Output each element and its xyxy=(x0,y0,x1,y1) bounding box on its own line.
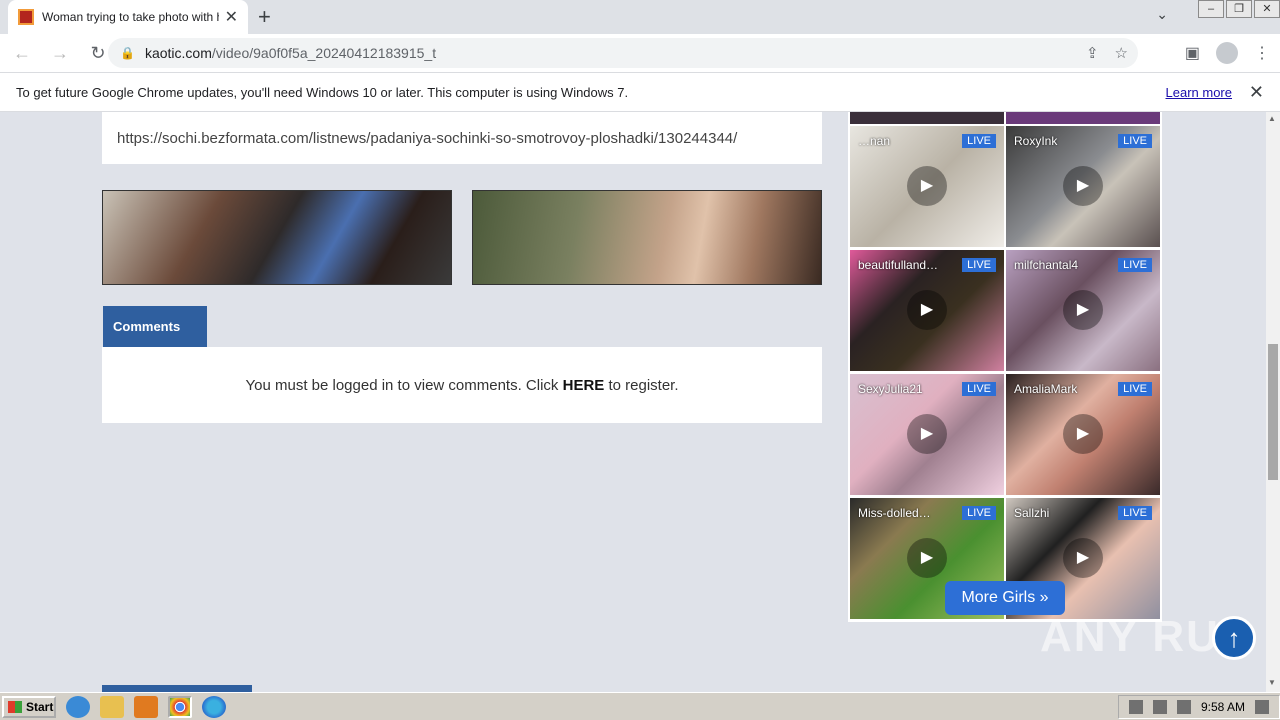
close-tab-icon[interactable]: ✕ xyxy=(225,7,238,27)
related-video-thumb-1[interactable] xyxy=(102,190,452,285)
url-host: kaotic.com xyxy=(144,45,212,61)
page-content: https://sochi.bezformata.com/listnews/pa… xyxy=(0,112,1266,692)
comments-msg-before: You must be logged in to view comments. … xyxy=(245,377,563,394)
cam-name: milfchantal4 xyxy=(1014,258,1079,272)
forward-icon[interactable]: → xyxy=(44,43,76,64)
close-infobar-icon[interactable]: ✕ xyxy=(1249,82,1264,103)
cam-name: Miss-dolled… xyxy=(858,506,931,520)
learn-more-link[interactable]: Learn more xyxy=(1166,85,1232,100)
play-icon[interactable]: ▶ xyxy=(907,166,947,206)
cam-tile[interactable]: SexyJulia21 LIVE ▶ xyxy=(850,374,1004,495)
live-badge: LIVE xyxy=(962,382,996,396)
cam-tile-partial[interactable] xyxy=(1006,112,1160,124)
clock[interactable]: 9:58 AM xyxy=(1201,700,1245,714)
live-badge: LIVE xyxy=(1118,382,1152,396)
lock-icon[interactable]: 🔒 xyxy=(120,46,135,60)
menu-dots-icon[interactable]: ⋮ xyxy=(1254,43,1270,63)
side-panel-icon[interactable]: ▣ xyxy=(1185,43,1200,63)
file-explorer-icon[interactable] xyxy=(100,695,124,718)
page-scrollbar[interactable]: ▲ ▼ xyxy=(1266,112,1280,692)
more-girls-button[interactable]: More Girls » xyxy=(945,581,1065,615)
next-section-tab[interactable] xyxy=(102,685,252,692)
register-link[interactable]: HERE xyxy=(563,377,605,394)
share-icon[interactable]: ⇪ xyxy=(1086,44,1099,62)
cam-name: SexyJulia21 xyxy=(858,382,923,396)
maximize-icon[interactable]: ❐ xyxy=(1226,0,1252,18)
browser-toolbar: ← → ↻ 🔒 kaotic.com /video/9a0f0f5a_20240… xyxy=(0,34,1280,72)
start-label: Start xyxy=(26,699,54,714)
comments-box: You must be logged in to view comments. … xyxy=(102,347,822,423)
play-icon[interactable]: ▶ xyxy=(1063,414,1103,454)
minimize-icon[interactable]: – xyxy=(1198,0,1224,18)
cam-tile[interactable]: …nan LIVE ▶ xyxy=(850,126,1004,247)
related-video-thumb-2[interactable] xyxy=(472,190,822,285)
tab-strip: Woman trying to take photo with he ✕ + ⌄… xyxy=(0,0,1280,34)
scroll-to-top-button[interactable]: ↑ xyxy=(1212,616,1256,660)
scrollbar-thumb[interactable] xyxy=(1268,344,1278,480)
comments-tab[interactable]: Comments xyxy=(103,306,207,347)
play-icon[interactable]: ▶ xyxy=(907,538,947,578)
address-bar[interactable]: 🔒 kaotic.com /video/9a0f0f5a_20240412183… xyxy=(108,38,1138,68)
scroll-up-arrow-icon[interactable]: ▲ xyxy=(1268,114,1276,123)
windows-logo-icon xyxy=(8,700,22,713)
start-button[interactable]: Start xyxy=(2,695,56,718)
tab-search-icon[interactable]: ⌄ xyxy=(1156,6,1168,23)
play-icon[interactable]: ▶ xyxy=(907,414,947,454)
live-badge: LIVE xyxy=(1118,506,1152,520)
comments-msg-after: to register. xyxy=(604,377,679,394)
update-infobar: To get future Google Chrome updates, you… xyxy=(0,72,1280,112)
live-badge: LIVE xyxy=(962,506,996,520)
chrome-taskbar-icon[interactable] xyxy=(168,695,192,718)
browser-tab[interactable]: Woman trying to take photo with he ✕ xyxy=(8,0,248,34)
cam-grid: …nan LIVE ▶ RoxyInk LIVE ▶ beautifulland… xyxy=(848,112,1162,622)
live-badge: LIVE xyxy=(1118,134,1152,148)
live-badge: LIVE xyxy=(1118,258,1152,272)
internet-explorer-icon[interactable] xyxy=(66,695,90,718)
back-icon[interactable]: ← xyxy=(6,43,38,64)
cam-tile[interactable]: milfchantal4 LIVE ▶ xyxy=(1006,250,1160,371)
tab-title: Woman trying to take photo with he xyxy=(42,10,219,24)
play-icon[interactable]: ▶ xyxy=(907,290,947,330)
cam-name: AmaliaMark xyxy=(1014,382,1078,396)
bookmark-star-icon[interactable]: ☆ xyxy=(1115,44,1128,62)
close-window-icon[interactable]: ✕ xyxy=(1254,0,1280,18)
live-badge: LIVE xyxy=(962,134,996,148)
media-player-icon[interactable] xyxy=(134,695,158,718)
scroll-down-arrow-icon[interactable]: ▼ xyxy=(1268,678,1276,687)
play-icon[interactable]: ▶ xyxy=(1063,538,1103,578)
url-path: /video/9a0f0f5a_20240412183915_t xyxy=(211,45,437,61)
infobar-message: To get future Google Chrome updates, you… xyxy=(16,84,629,100)
new-tab-button[interactable]: + xyxy=(258,4,271,30)
window-controls: – ❐ ✕ xyxy=(1196,0,1280,20)
cam-tile[interactable]: beautifulland… LIVE ▶ xyxy=(850,250,1004,371)
edge-icon[interactable] xyxy=(202,695,226,718)
windows-taskbar: Start 9:58 AM xyxy=(0,692,1280,720)
play-icon[interactable]: ▶ xyxy=(1063,166,1103,206)
action-center-flag-icon[interactable] xyxy=(1176,700,1191,714)
source-link[interactable]: https://sochi.bezformata.com/listnews/pa… xyxy=(102,112,822,164)
cam-name: …nan xyxy=(858,134,891,148)
profile-avatar-icon[interactable] xyxy=(1216,42,1238,64)
site-favicon-icon xyxy=(18,9,34,25)
cam-name: RoxyInk xyxy=(1014,134,1058,148)
live-badge: LIVE xyxy=(962,258,996,272)
play-icon[interactable]: ▶ xyxy=(1063,290,1103,330)
system-tray: 9:58 AM xyxy=(1117,695,1280,719)
cam-tile-partial[interactable] xyxy=(850,112,1004,124)
cam-tile[interactable]: AmaliaMark LIVE ▶ xyxy=(1006,374,1160,495)
cam-name: Sallzhi xyxy=(1014,506,1050,520)
cam-tile[interactable]: RoxyInk LIVE ▶ xyxy=(1006,126,1160,247)
network-icon[interactable] xyxy=(1152,700,1167,714)
cam-name: beautifulland… xyxy=(858,258,939,272)
show-desktop-icon[interactable] xyxy=(1255,700,1269,714)
volume-icon[interactable] xyxy=(1128,700,1143,714)
